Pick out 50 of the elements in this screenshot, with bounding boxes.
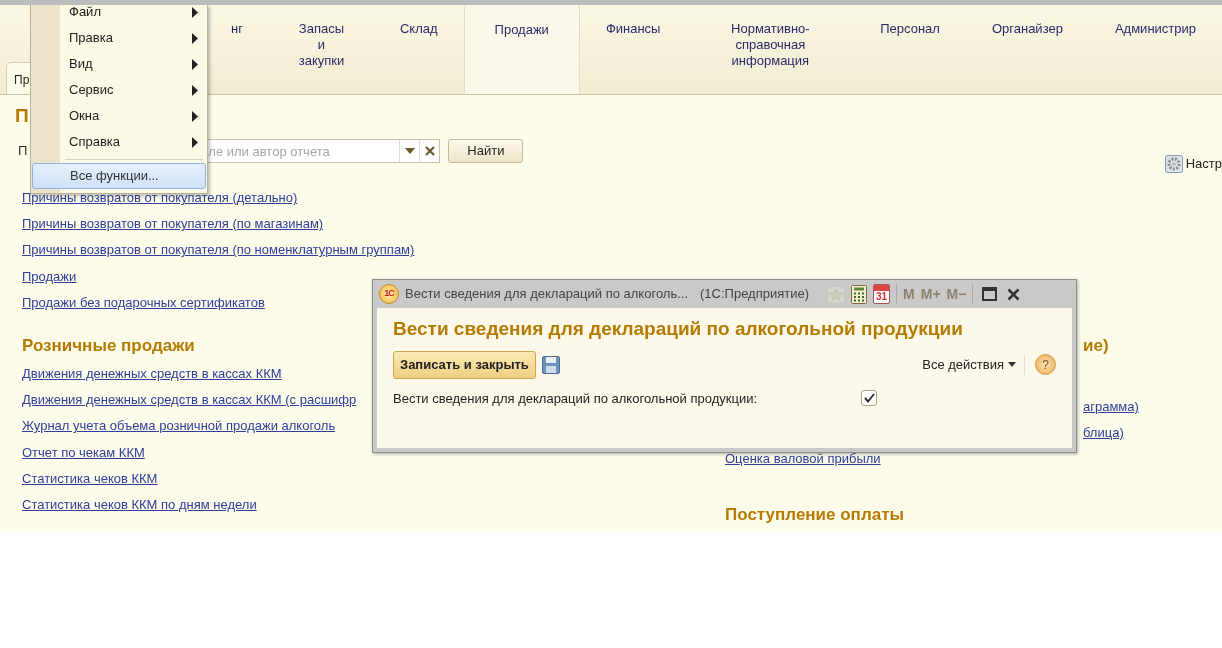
app-logo: 1С [379,284,399,304]
close-icon[interactable] [1007,287,1021,301]
maximize-icon[interactable] [982,287,998,301]
report-link[interactable]: Продажи без подарочных сертификатов [22,293,265,312]
report-link[interactable]: Движения денежных средств в кассах ККМ (с расшифр [22,391,357,410]
section-tab[interactable]: Нормативно-справочная информация [686,5,855,94]
report-link[interactable]: блица) [1083,424,1124,443]
report-link[interactable]: аграмма) [1083,397,1139,416]
save-icon[interactable] [541,355,560,374]
page-title: П [15,104,29,128]
field-label: Вести сведения для деклараций по алкогольной продукции: [393,389,758,408]
report-link[interactable]: Статистика чеков ККМ по дням недели [22,495,257,514]
calendar-icon[interactable]: 31 [873,284,891,304]
menu-item[interactable]: Окна [31,103,207,129]
settings-icon [1164,154,1183,173]
find-button[interactable]: Найти [448,139,524,163]
section-tab[interactable]: Администрир [1088,5,1222,94]
report-link[interactable]: Отчет по чекам ККМ [22,443,145,462]
section-heading: Розничные продажи [22,334,195,357]
menu-item[interactable]: Правка [31,25,207,51]
form-heading: Вести сведения для деклараций по алкогольной продукции [393,317,964,341]
section-heading: Поступление оплаты [725,503,904,526]
section-tab[interactable]: Склад [373,5,464,94]
report-link[interactable]: Продажи [22,267,77,286]
menu-item[interactable]: Файл [31,5,207,25]
menu-item[interactable]: Все функции... [32,163,206,189]
caret-icon [1008,362,1016,368]
help-button[interactable]: ? [1035,354,1056,376]
save-close-button[interactable]: Записать и закрыть [393,351,536,379]
report-link[interactable]: Причины возвратов от покупателя (по номенклатурным группам) [22,241,415,260]
section-tab[interactable]: Запасы и закупки [268,5,374,94]
dialog-title: Вести сведения для деклараций по алкоголь... [405,285,689,304]
all-actions-menu[interactable]: Все действия [922,355,1025,375]
report-link[interactable]: Оценка валовой прибыли [725,450,881,469]
section-tab[interactable]: Финансы [579,5,687,94]
report-link[interactable]: Статистика чеков ККМ [22,469,158,488]
section-tab[interactable]: Органайзер [965,5,1089,94]
search-label: П [18,142,28,161]
checkbox[interactable] [861,390,878,407]
app-name: (1С:Предприятие) [700,285,810,304]
report-link[interactable]: Причины возвратов от покупателя (детально) [22,189,298,207]
section-tab[interactable]: Продажи [463,5,580,94]
section-tab[interactable]: Персонал [854,5,966,94]
calculator-icon[interactable] [851,283,868,305]
report-link[interactable]: Журнал учета объема розничной продажи алкоголь [22,417,336,436]
section-heading: ие) [1083,334,1109,357]
report-link[interactable]: Причины возвратов от покупателя (по магазинам) [22,215,324,234]
settings-link[interactable]: Настр [1185,154,1222,174]
section-tab[interactable]: нг [205,5,269,94]
report-link[interactable]: Движения денежных средств в кассах ККМ [22,364,282,383]
